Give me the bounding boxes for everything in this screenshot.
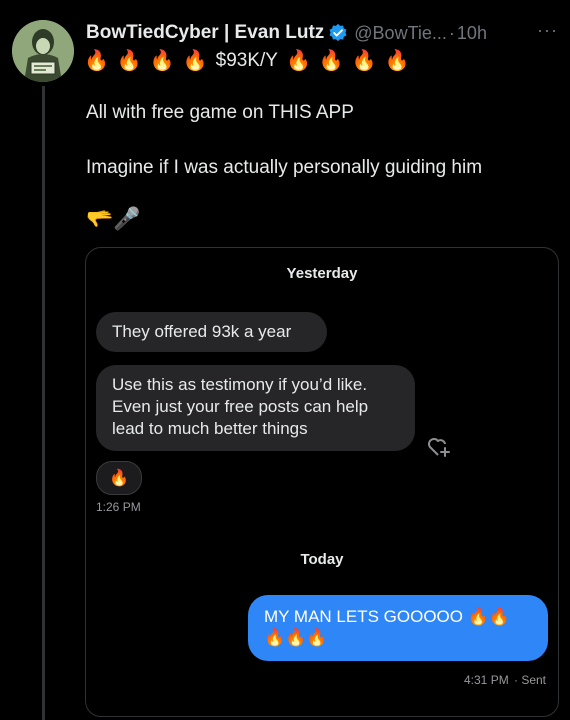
fire-emoji: 🔥 [149,50,175,72]
tweet-header: BowTiedCyber | Evan Lutz @BowTie... · 10… [86,18,558,48]
fire-reaction-chip[interactable]: 🔥 [96,461,142,495]
hand-mic-emojis: 🫳🎤 [86,206,141,231]
fire-emoji: 🔥 [182,50,208,72]
dot-separator: · [448,22,455,43]
author-handle[interactable]: @BowTie... [354,23,447,44]
bio-line: 🔥 🔥 🔥 🔥 $93K/Y 🔥 🔥 🔥 🔥 [84,46,418,76]
add-reaction-icon[interactable] [426,434,452,458]
author-name[interactable]: BowTiedCyber | Evan Lutz [86,22,324,44]
fire-emoji: 🔥 [116,50,142,72]
fire-emoji: 🔥 [285,50,311,72]
thread-line [42,86,45,720]
more-options-icon[interactable]: ··· [537,20,558,41]
fire-emoji: 🔥 [351,50,377,72]
salary-text: $93K/Y [215,50,278,71]
tweet-text-line-1: All with free game on THIS APP [86,102,354,123]
verified-badge-icon [328,23,348,43]
received-message: They offered 93k a year [96,312,327,352]
date-divider-yesterday: Yesterday [286,265,358,282]
tweet-text-line-2: Imagine if I was actually personally gui… [86,157,483,178]
received-message: Use this as testimony if you’d like. Eve… [96,365,415,451]
timestamp[interactable]: 10h [457,23,487,44]
sent-time: 4:31 PM [464,673,509,687]
sent-status: · Sent [514,673,547,687]
date-divider-today: Today [300,551,344,568]
fire-emoji: 🔥 [84,50,109,72]
sent-message: MY MAN LETS GOOOOO 🔥🔥 🔥🔥🔥 [248,595,548,661]
dm-screenshot-card[interactable]: Yesterday They offered 93k a year Use th… [85,247,559,717]
fire-emoji: 🔥 [318,50,344,72]
avatar-image [12,20,74,82]
fire-emoji: 🔥 [384,50,410,72]
avatar[interactable] [12,20,74,82]
message-time: 1:26 PM [96,500,141,514]
